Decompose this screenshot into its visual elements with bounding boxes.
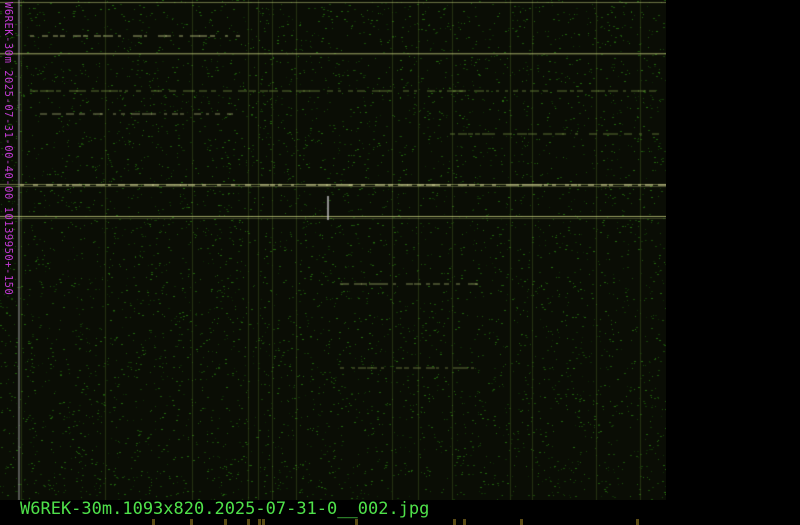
spectrogram-waterfall (0, 0, 666, 500)
station-info-label: W6REK-30m 2025-07-31-00-40-00 10139950+-… (1, 2, 17, 382)
bottom-tick (190, 519, 193, 525)
bottom-tick (247, 519, 250, 525)
bottom-tick (636, 519, 639, 525)
filename-caption: W6REK-30m.1093x820.2025-07-31-0__002.jpg (20, 499, 430, 519)
bottom-tick (520, 519, 523, 525)
bottom-tick-strip (0, 519, 666, 525)
bottom-tick (355, 519, 358, 525)
bottom-tick (463, 519, 466, 525)
bottom-tick (453, 519, 456, 525)
station-info-text: W6REK-30m 2025-07-31-00-40-00 10139950+-… (2, 2, 14, 296)
bottom-tick (224, 519, 227, 525)
bottom-tick (152, 519, 155, 525)
bottom-tick (258, 519, 261, 525)
waterfall-screenshot: W6REK-30m 2025-07-31-00-40-00 10139950+-… (0, 0, 800, 525)
spectrogram-canvas (0, 0, 666, 500)
bottom-tick (262, 519, 265, 525)
